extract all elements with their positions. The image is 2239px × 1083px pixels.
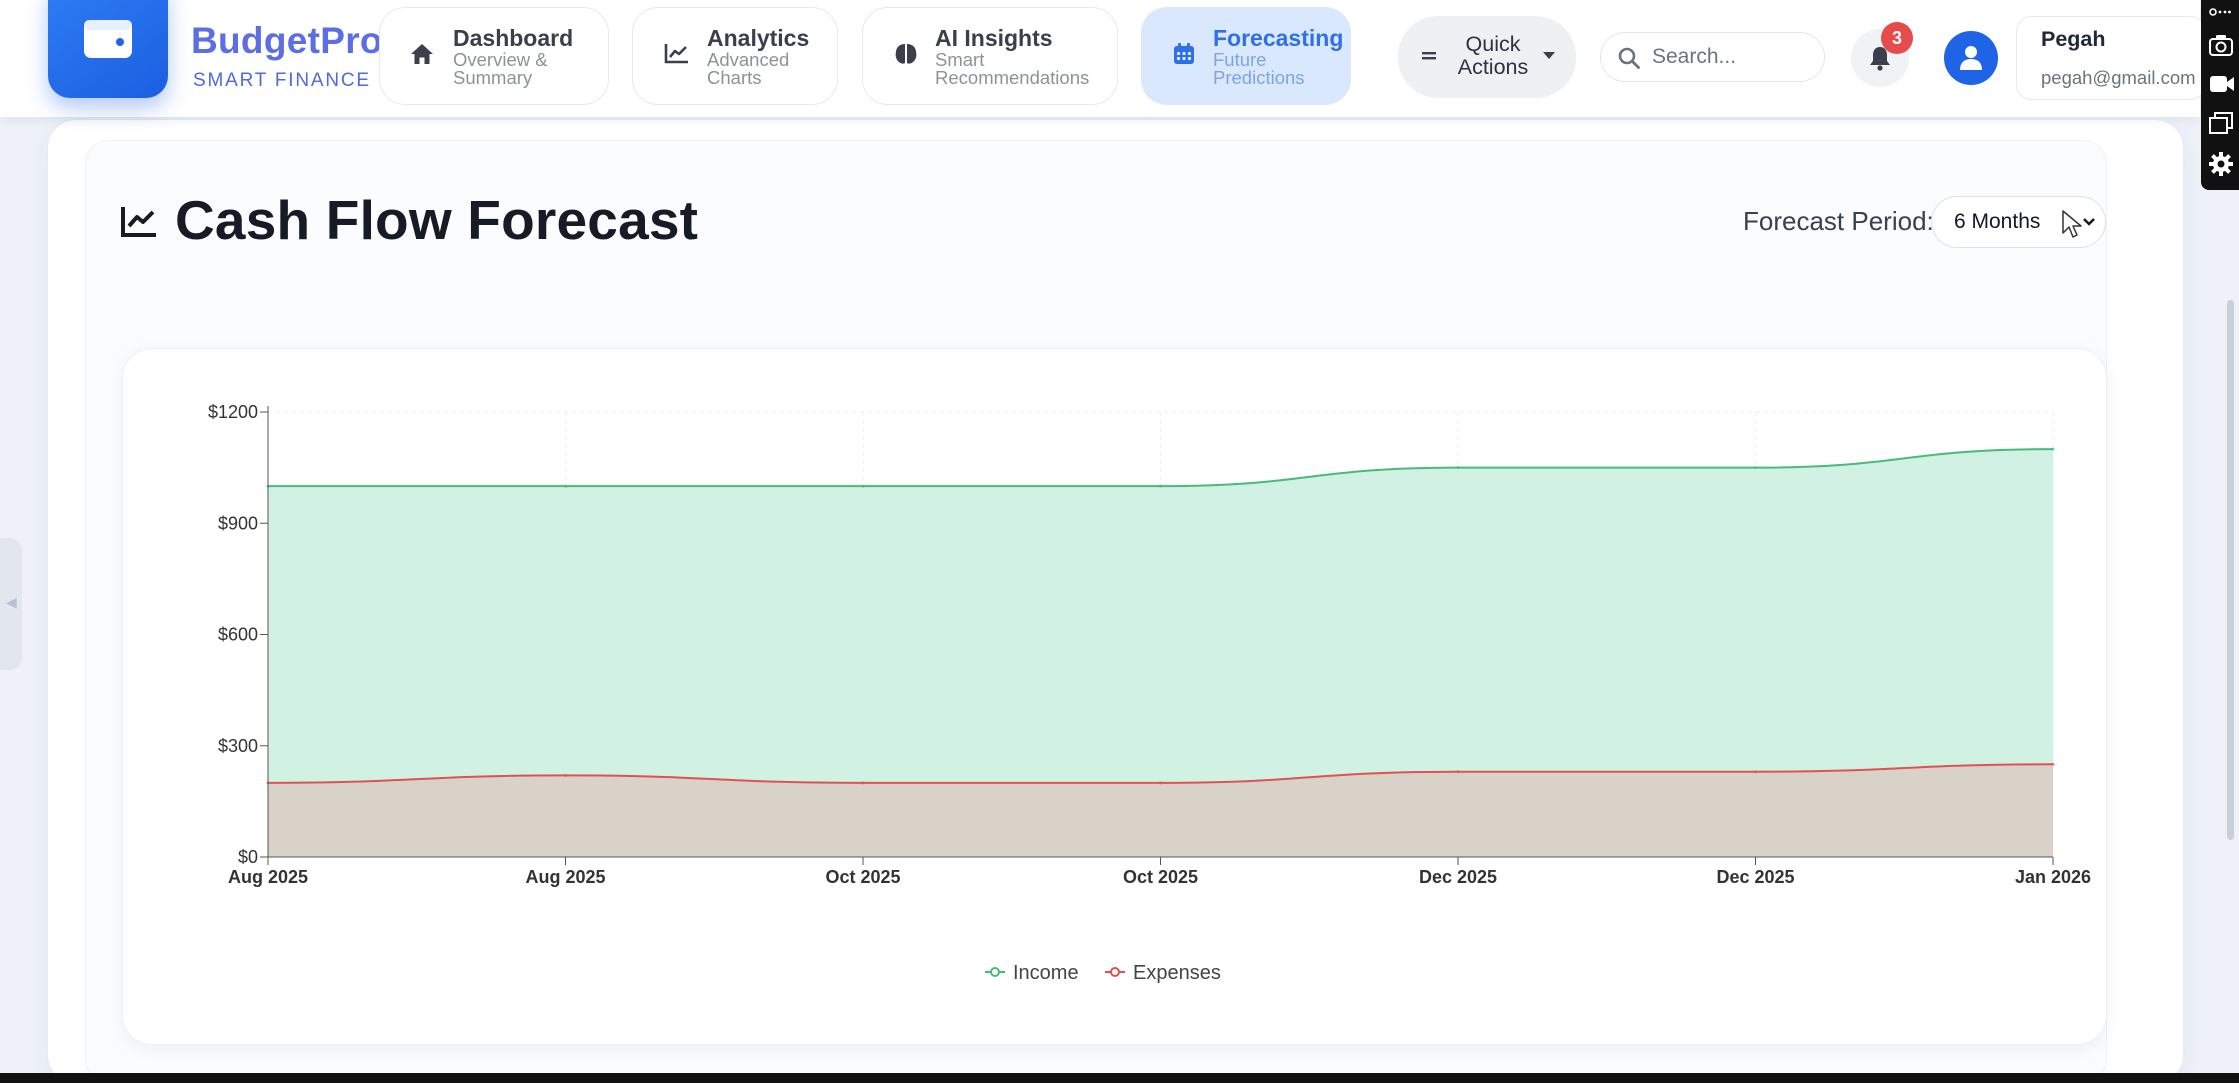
screen-recorder-toolbar [2201,0,2239,190]
chart-line-icon [121,207,156,237]
y-tick-label: $1200 [208,402,258,422]
nav-ai-insights-title: AI Insights [935,25,1053,51]
nav-analytics-subtitle: Advanced Charts [707,49,790,88]
camera-icon[interactable] [2209,34,2233,56]
income-point [564,484,567,488]
wallet-logo-icon[interactable] [48,0,168,98]
nav-dashboard[interactable]: Dashboard Overview & Summary [379,7,609,105]
list-icon [1422,52,1436,60]
expenses-point [1456,770,1460,774]
notification-count-badge: 3 [1881,22,1913,54]
search-input[interactable] [1652,42,1812,72]
calendar-icon [1174,43,1194,64]
home-icon [411,44,433,64]
income-point [1456,466,1460,470]
gear-icon[interactable] [2209,152,2233,176]
expenses-point [1159,781,1162,785]
user-name: Pegah [2041,27,2106,51]
nav-forecasting[interactable]: Forecasting Future Predictions [1141,7,1351,105]
x-tick-label: Aug 2025 [228,867,308,887]
user-email: pegah@gmail.com [2041,67,2196,88]
screen-bottom-edge [0,1073,2239,1083]
y-tick-label: $0 [238,847,258,867]
nav-ai-insights[interactable]: AI Insights Smart Recommendations [862,7,1118,105]
nav-analytics-title: Analytics [707,25,810,51]
expenses-legend-marker [1110,967,1120,977]
nav-dashboard-title: Dashboard [453,25,574,51]
expenses-legend-label: Expenses [1133,962,1221,984]
video-camera-icon[interactable] [2209,74,2235,94]
brand-name[interactable]: BudgetPro [191,20,383,62]
user-avatar[interactable] [1944,31,1998,85]
x-tick-label: Aug 2025 [525,867,605,887]
income-point [2051,447,2055,451]
x-tick-label: Oct 2025 [825,867,900,887]
expenses-point [564,773,567,777]
sidebar-toggle-handle[interactable]: ◀ [0,538,22,670]
expenses-point [861,781,865,785]
x-tick-label: Dec 2025 [1716,867,1794,887]
quick-actions-button[interactable]: Quick Actions [1398,16,1576,98]
x-tick-label: Jan 2026 [2015,867,2091,887]
top-navigation-bar: BudgetPro SMART FINANCE Dashboard Overvi… [0,0,2206,117]
search-box[interactable] [1600,32,1825,82]
nav-forecasting-subtitle: Future Predictions [1213,49,1305,88]
chevron-left-icon: ◀ [6,594,17,610]
x-tick-label: Oct 2025 [1123,867,1198,887]
nav-ai-insights-subtitle: Smart Recommendations [935,49,1090,88]
mouse-cursor-icon [2062,210,2082,238]
chevron-down-icon [2083,218,2095,226]
cash-flow-chart-card: $0 $300 $600 $900 $1200 Aug 2025 Aug 2025 Oct 2… [122,348,2107,1045]
search-icon [1618,47,1640,69]
income-point [1754,466,1757,470]
chart-line-icon [664,44,688,64]
income-legend-marker [990,967,1000,977]
user-profile-card[interactable]: Pegah pegah@gmail.com [2016,16,2206,100]
y-tick-label: $600 [218,625,258,645]
expenses-point [1754,770,1757,774]
cash-flow-chart: $0 $300 $600 $900 $1200 Aug 2025 Aug 2025 Oct 2… [208,402,2091,984]
page-scrollbar[interactable] [2227,300,2234,840]
expenses-point [2051,762,2055,766]
brain-icon [895,44,917,64]
income-point [861,484,865,488]
forecast-period-value: 6 Months [1954,210,2041,233]
window-icon[interactable] [2209,112,2233,134]
nav-dashboard-subtitle: Overview & Summary [453,49,548,88]
income-point [1159,484,1162,488]
user-icon [1960,46,1982,70]
quick-actions-label: Quick Actions [1457,32,1529,79]
y-tick-label: $300 [218,736,258,756]
nav-analytics[interactable]: Analytics Advanced Charts [632,7,838,105]
brand-tagline: SMART FINANCE [193,70,371,91]
nav-forecasting-title: Forecasting [1213,25,1344,51]
x-tick-label: Dec 2025 [1419,867,1497,887]
page-title: Cash Flow Forecast [175,189,699,251]
forecast-period-label: Forecast Period: [1743,206,1934,236]
caret-down-icon [1543,52,1555,59]
y-tick-label: $900 [218,513,258,533]
income-legend-label: Income [1013,962,1079,984]
link-icon[interactable] [2209,6,2231,18]
